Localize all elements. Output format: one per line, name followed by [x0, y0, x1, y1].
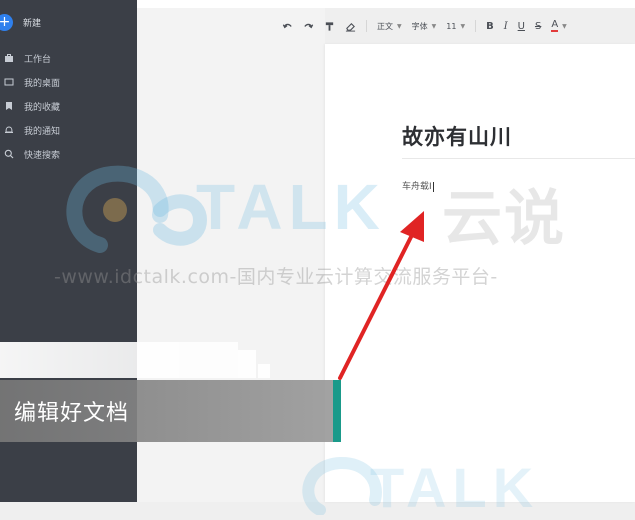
sidebar-item-workbench[interactable]: 工作台	[0, 46, 137, 70]
bell-icon	[4, 125, 14, 135]
caption-highlight-bar	[258, 364, 270, 378]
sidebar-item-label: 我的通知	[24, 126, 61, 137]
format-painter-icon	[325, 21, 334, 31]
sidebar-item-favorites[interactable]: 我的收藏	[0, 94, 137, 118]
briefcase-icon	[4, 53, 14, 63]
font-size-value: 11	[446, 21, 457, 31]
paragraph-style-select[interactable]: 正文 ▼	[377, 21, 402, 32]
editor-toolbar: 正文 ▼ 字体 ▼ 11 ▼ B I U S A ▼	[282, 14, 635, 38]
sidebar-item-label: 我的桌面	[24, 78, 61, 89]
caption-highlight-bar	[238, 350, 256, 378]
search-icon	[4, 149, 14, 159]
bold-button[interactable]: B	[486, 21, 494, 32]
sidebar-nav: 工作台 我的桌面 我的收藏 我的通知 快速搜索	[0, 46, 137, 166]
eraser-icon	[345, 22, 356, 32]
chevron-down-icon: ▼	[562, 22, 567, 30]
watermark-brand-cn: 云说	[442, 184, 566, 254]
watermark-brand-repeat: TALK	[370, 456, 540, 519]
paragraph-style-value: 正文	[377, 21, 393, 31]
format-painter-button[interactable]	[324, 21, 335, 32]
strikethrough-button[interactable]: S	[535, 21, 541, 32]
title-divider	[402, 158, 635, 159]
bookmark-icon	[4, 101, 14, 111]
chevron-down-icon: ▼	[397, 22, 402, 30]
document-title[interactable]: 故亦有山川	[402, 121, 512, 151]
caption-highlight-bar	[0, 342, 238, 378]
font-size-select[interactable]: 11 ▼	[446, 22, 465, 31]
font-family-select[interactable]: 字体 ▼	[412, 21, 437, 32]
text-cursor	[432, 181, 434, 192]
plus-icon: +	[0, 13, 13, 31]
new-label: 新建	[23, 18, 42, 29]
document-body-text: 车舟载I	[402, 182, 432, 192]
watermark-url: -www.idctalk.com-国内专业云计算交流服务平台-	[54, 266, 498, 288]
undo-button[interactable]	[282, 21, 293, 32]
font-color-icon: A	[551, 19, 559, 32]
sidebar-item-desktop[interactable]: 我的桌面	[0, 70, 137, 94]
underline-button[interactable]: U	[518, 21, 525, 32]
watermark-brand: TALK	[196, 171, 386, 243]
monitor-icon	[4, 77, 14, 87]
sidebar-item-label: 工作台	[24, 54, 52, 65]
chevron-down-icon: ▼	[431, 22, 437, 30]
video-caption: 编辑好文档	[0, 380, 333, 442]
font-color-button[interactable]: A ▼	[551, 19, 567, 32]
sidebar-item-label: 快速搜索	[24, 150, 61, 161]
toolbar-divider	[366, 20, 367, 32]
italic-button[interactable]: I	[504, 21, 508, 32]
caption-accent-bar	[333, 380, 341, 442]
font-family-value: 字体	[411, 21, 428, 31]
top-strip	[137, 0, 635, 8]
sidebar-item-label: 我的收藏	[24, 102, 61, 113]
redo-button[interactable]	[303, 21, 314, 32]
watermark-logo-icon	[66, 165, 208, 253]
new-button[interactable]: + 新建	[0, 11, 41, 33]
sidebar-item-notifications[interactable]: 我的通知	[0, 118, 137, 142]
toolbar-divider	[475, 20, 477, 32]
clear-format-button[interactable]	[345, 21, 356, 32]
chevron-down-icon: ▼	[460, 22, 466, 30]
redo-icon	[304, 23, 314, 28]
document-body[interactable]: 车舟载I	[402, 179, 434, 192]
undo-icon	[282, 23, 292, 28]
